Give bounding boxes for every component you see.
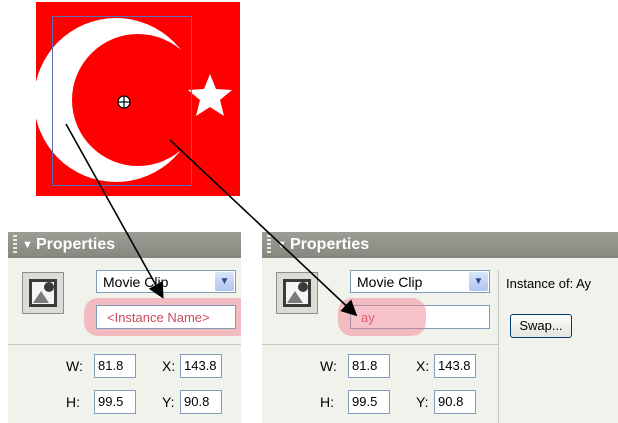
width-field[interactable]: 81.8 xyxy=(348,354,390,378)
properties-panel-after: ▼ Properties Movie Clip ▼ ay Instance of… xyxy=(262,232,618,423)
width-label: W: xyxy=(66,358,83,374)
y-label: Y: xyxy=(162,394,175,410)
panel-divider xyxy=(262,344,498,345)
height-label: H: xyxy=(320,394,334,410)
movie-clip-icon xyxy=(276,272,318,314)
swap-button[interactable]: Swap... xyxy=(510,314,572,338)
symbol-type-value: Movie Clip xyxy=(357,274,423,290)
y-field[interactable]: 90.8 xyxy=(180,390,222,414)
properties-panel-before: ▼ Properties Movie Clip ▼ <Instance Name… xyxy=(8,232,241,423)
instance-name-input[interactable]: <Instance Name> xyxy=(96,305,236,329)
panel-column-divider xyxy=(498,270,499,423)
registration-point-icon[interactable] xyxy=(116,94,132,110)
dropdown-arrow-icon[interactable]: ▼ xyxy=(469,272,488,291)
panel-collapse-icon[interactable]: ▼ xyxy=(276,232,287,258)
x-field[interactable]: 143.8 xyxy=(434,354,476,378)
y-field[interactable]: 90.8 xyxy=(434,390,476,414)
dropdown-arrow-icon[interactable]: ▼ xyxy=(215,272,234,291)
panel-divider xyxy=(8,344,241,345)
panel-title: Properties xyxy=(36,236,116,253)
width-field[interactable]: 81.8 xyxy=(94,354,136,378)
panel-collapse-icon[interactable]: ▼ xyxy=(22,232,33,258)
instance-name-placeholder: <Instance Name> xyxy=(107,310,210,325)
height-field[interactable]: 99.5 xyxy=(348,390,390,414)
symbol-type-dropdown[interactable]: Movie Clip ▼ xyxy=(96,270,236,293)
panel-gripper-icon[interactable] xyxy=(13,235,17,255)
instance-of-label: Instance of: Ay xyxy=(506,276,592,291)
symbol-type-value: Movie Clip xyxy=(103,274,169,290)
instance-name-highlight xyxy=(338,298,426,336)
height-field[interactable]: 99.5 xyxy=(94,390,136,414)
symbol-type-dropdown[interactable]: Movie Clip ▼ xyxy=(350,270,490,293)
movie-clip-icon xyxy=(22,272,64,314)
x-label: X: xyxy=(416,358,430,374)
x-label: X: xyxy=(162,358,176,374)
instance-of-value: Ay xyxy=(576,276,592,291)
panel-title: Properties xyxy=(290,236,370,253)
panel-gripper-icon[interactable] xyxy=(267,235,271,255)
panel-title-bar[interactable]: ▼ Properties xyxy=(262,232,618,258)
panel-title-bar[interactable]: ▼ Properties xyxy=(8,232,241,258)
x-field[interactable]: 143.8 xyxy=(180,354,222,378)
width-label: W: xyxy=(320,358,337,374)
y-label: Y: xyxy=(416,394,429,410)
height-label: H: xyxy=(66,394,80,410)
